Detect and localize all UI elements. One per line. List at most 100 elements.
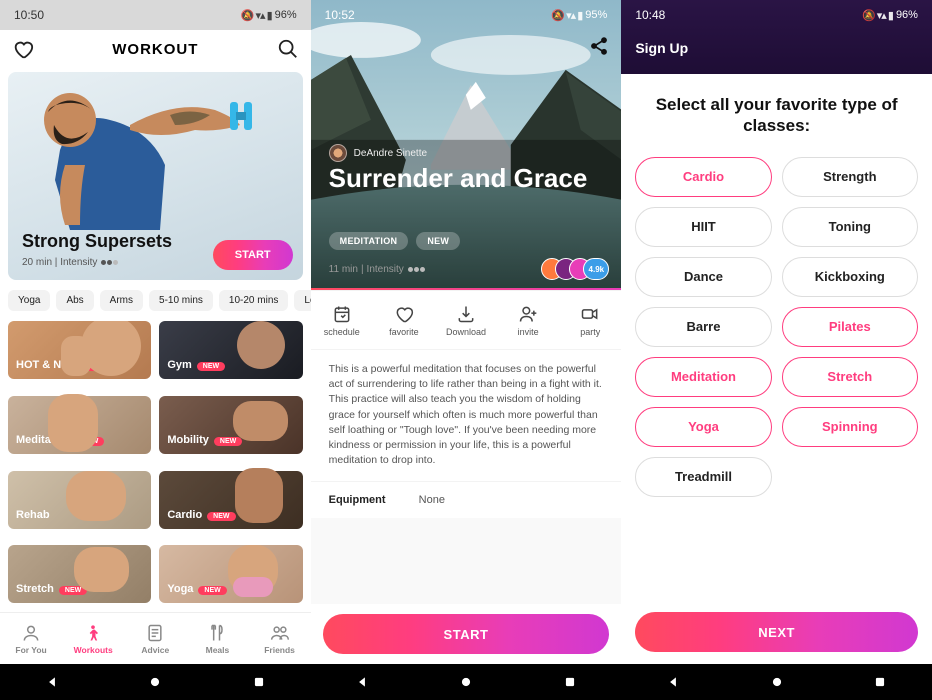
action-label: Download (446, 327, 486, 337)
class-chip-spinning[interactable]: Spinning (782, 407, 918, 447)
workout-icon (83, 623, 103, 643)
category-card-gym[interactable]: GymNEW (159, 321, 302, 379)
doc-icon (145, 623, 165, 643)
equipment-value: None (419, 494, 445, 506)
hero-image: 10:52 🔕 ▾▴ ▮ 95% DeAndre Sinette Surrend… (311, 0, 622, 290)
download-icon (456, 304, 476, 324)
back-icon[interactable] (355, 675, 369, 689)
filter-tag[interactable]: 10-20 mins (219, 290, 288, 311)
category-card-meditation[interactable]: MeditationNEW (8, 396, 151, 454)
start-button[interactable]: START (323, 614, 610, 654)
class-chip-pilates[interactable]: Pilates (782, 307, 918, 347)
class-chip-barre[interactable]: Barre (635, 307, 771, 347)
hero-meta: 20 min | Intensity (22, 257, 172, 268)
share-icon[interactable] (589, 36, 609, 56)
class-chip-stretch[interactable]: Stretch (782, 357, 918, 397)
calendar-icon (332, 304, 352, 324)
author-avatar (329, 144, 347, 162)
utensils-icon (207, 623, 227, 643)
tag-new: NEW (416, 232, 460, 250)
page-title: WORKOUT (112, 41, 198, 58)
favorite-icon[interactable] (12, 38, 34, 60)
status-battery: 96% (275, 9, 297, 21)
schedule-button[interactable]: schedule (311, 291, 373, 349)
invite-button[interactable]: invite (497, 291, 559, 349)
status-icons: 🔕 ▾▴ ▮ (551, 9, 582, 22)
back-icon[interactable] (666, 675, 680, 689)
filter-tag[interactable]: 5-10 mins (149, 290, 213, 311)
recents-icon[interactable] (252, 675, 266, 689)
class-chip-toning[interactable]: Toning (782, 207, 918, 247)
class-chip-cardio[interactable]: Cardio (635, 157, 771, 197)
nav-advice[interactable]: Advice (124, 613, 186, 664)
hero-duration: 20 min (22, 257, 52, 268)
home-icon[interactable] (148, 675, 162, 689)
home-icon[interactable] (770, 675, 784, 689)
header-bar: WORKOUT (0, 30, 311, 68)
class-chip-meditation[interactable]: Meditation (635, 357, 771, 397)
author-row[interactable]: DeAndre Sinette (329, 144, 427, 162)
class-chip-dance[interactable]: Dance (635, 257, 771, 297)
category-card-rehab[interactable]: Rehab (8, 471, 151, 529)
bottom-nav: For You Workouts Advice Meals Friends (0, 612, 311, 664)
participant-count: 4.9k (583, 258, 609, 280)
session-description: This is a powerful meditation that focus… (311, 350, 622, 481)
action-label: party (580, 327, 600, 337)
hero-intensity-label: Intensity (60, 257, 97, 268)
category-card-yoga[interactable]: YogaNEW (159, 545, 302, 603)
recents-icon[interactable] (563, 675, 577, 689)
nav-label: Meals (206, 645, 230, 655)
status-bar: 10:52 🔕 ▾▴ ▮ 95% (311, 0, 622, 30)
filter-tag[interactable]: Yoga (8, 290, 50, 311)
participant-avatars[interactable]: 4.9k (549, 258, 609, 280)
nav-workouts[interactable]: Workouts (62, 613, 124, 664)
status-bar: 10:50 🔕 ▾▴ ▮ 96% (0, 0, 311, 30)
next-button[interactable]: NEXT (635, 612, 918, 652)
action-label: favorite (389, 327, 419, 337)
filter-tag[interactable]: Low intensity (294, 290, 310, 311)
video-icon (580, 304, 600, 324)
favorite-button[interactable]: favorite (373, 291, 435, 349)
accent-bar (311, 288, 622, 290)
recents-icon[interactable] (873, 675, 887, 689)
class-type-list: Cardio Strength HIIT Toning Dance Kickboxing B… (635, 157, 918, 497)
filter-tags-row[interactable]: Yoga Abs Arms 5-10 mins 10-20 mins Low i… (0, 290, 311, 321)
search-icon[interactable] (277, 38, 299, 60)
start-button[interactable]: START (213, 240, 293, 270)
status-time: 10:52 (325, 8, 355, 22)
nav-label: For You (15, 645, 46, 655)
category-card-stretch[interactable]: StretchNEW (8, 545, 151, 603)
nav-label: Advice (141, 645, 169, 655)
back-icon[interactable] (45, 675, 59, 689)
nav-meals[interactable]: Meals (186, 613, 248, 664)
home-icon[interactable] (459, 675, 473, 689)
session-title: Surrender and Grace (329, 164, 604, 192)
action-label: schedule (324, 327, 360, 337)
category-card-hot-new[interactable]: HOT & NEWNEW (8, 321, 151, 379)
class-chip-yoga[interactable]: Yoga (635, 407, 771, 447)
filter-tag[interactable]: Arms (100, 290, 143, 311)
download-button[interactable]: Download (435, 291, 497, 349)
category-card-cardio[interactable]: CardioNEW (159, 471, 302, 529)
nav-friends[interactable]: Friends (249, 613, 311, 664)
filter-tag[interactable]: Abs (56, 290, 93, 311)
class-chip-kickboxing[interactable]: Kickboxing (782, 257, 918, 297)
featured-workout-card[interactable]: Strong Supersets 20 min | Intensity STAR… (8, 72, 303, 280)
hero-title: Strong Supersets (22, 231, 172, 252)
session-intensity-label: Intensity (367, 264, 404, 275)
status-battery: 95% (585, 9, 607, 21)
nav-label: Friends (264, 645, 295, 655)
class-chip-hiit[interactable]: HIIT (635, 207, 771, 247)
party-button[interactable]: party (559, 291, 621, 349)
class-chip-strength[interactable]: Strength (782, 157, 918, 197)
system-nav (0, 664, 311, 700)
status-right: 🔕 ▾▴ ▮ 96% (241, 9, 297, 22)
equipment-row: Equipment None (311, 481, 622, 518)
nav-for-you[interactable]: For You (0, 613, 62, 664)
footer: NEXT (621, 600, 932, 664)
equipment-label: Equipment (329, 494, 419, 506)
class-chip-treadmill[interactable]: Treadmill (635, 457, 771, 497)
category-card-mobility[interactable]: MobilityNEW (159, 396, 302, 454)
workout-detail-screen: 10:52 🔕 ▾▴ ▮ 95% DeAndre Sinette Surrend… (311, 0, 622, 700)
body: Select all your favorite type of classes… (621, 74, 932, 600)
